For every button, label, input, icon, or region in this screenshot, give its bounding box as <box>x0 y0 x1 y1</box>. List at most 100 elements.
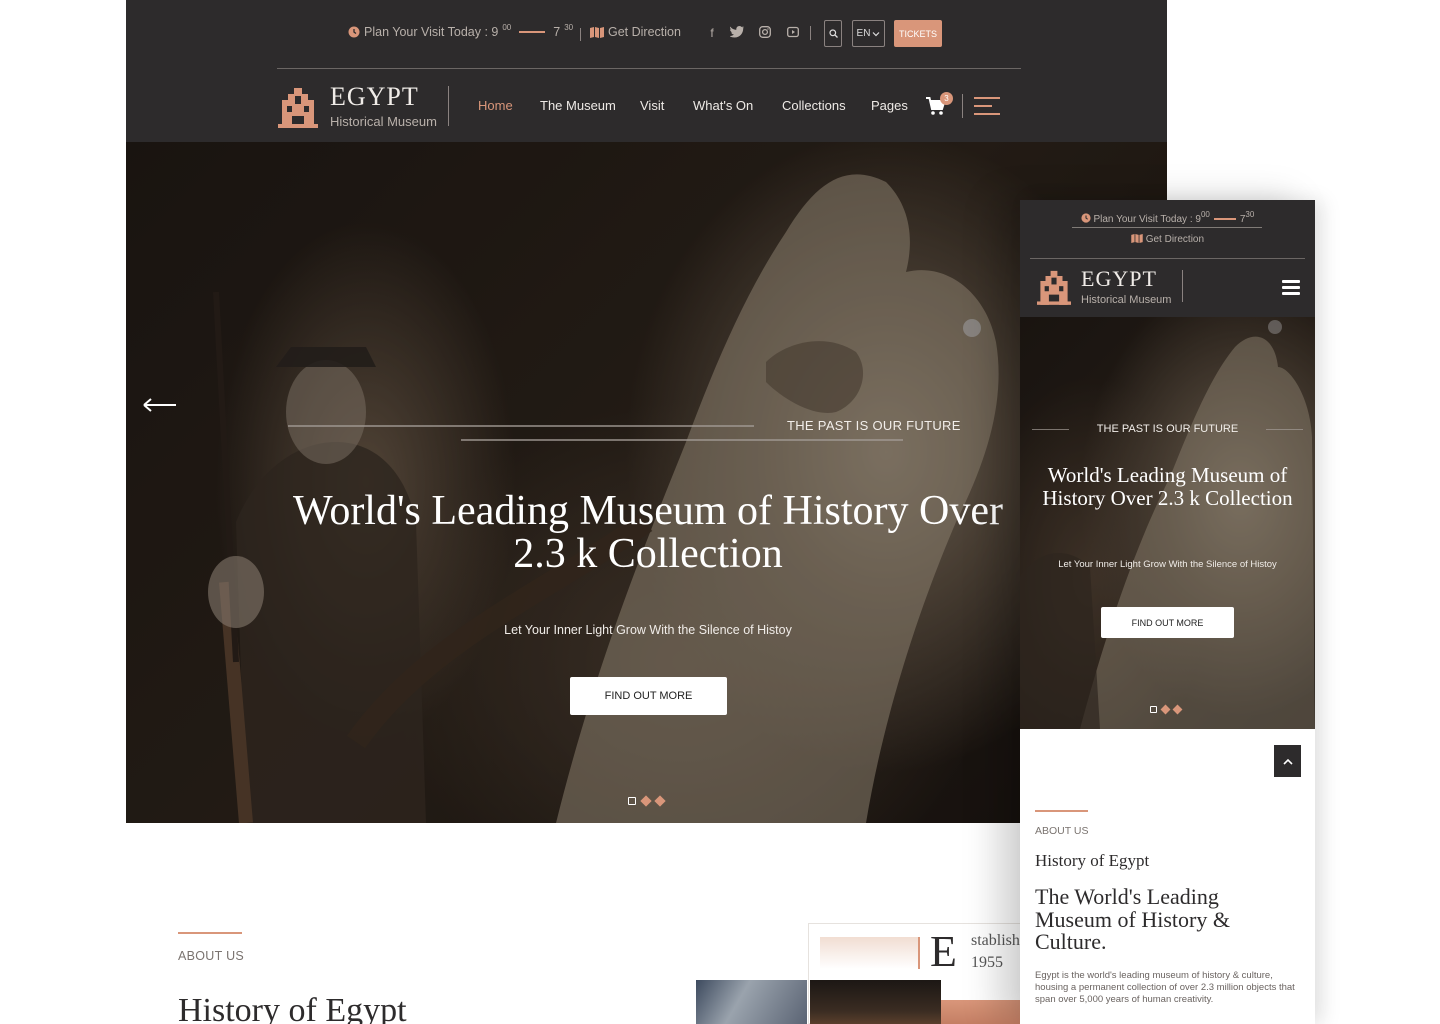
nav-whats-on[interactable]: What's On <box>693 98 753 113</box>
get-direction-link[interactable]: Get Direction <box>590 25 681 39</box>
clock-icon <box>348 26 360 38</box>
tickets-button[interactable]: TICKETS <box>894 20 942 47</box>
mobile-visit-hours[interactable]: Plan Your Visit Today : 900 730 <box>1020 210 1315 225</box>
map-icon <box>590 26 604 38</box>
nav-the-museum[interactable]: The Museum <box>540 98 616 113</box>
about-image <box>810 980 941 1024</box>
nav-pages[interactable]: Pages <box>871 98 908 113</box>
prev-slide-arrow-icon[interactable] <box>142 397 178 413</box>
clock-icon <box>1081 213 1091 223</box>
about-heading: The World's Leading Museum of History & … <box>1035 884 1230 954</box>
map-icon <box>1131 234 1143 243</box>
established-bar <box>918 937 920 969</box>
hero-kicker: THE PAST IS OUR FUTURE <box>1096 423 1239 435</box>
close-time-sup: 30 <box>1245 210 1255 219</box>
about-title: History of Egypt <box>1035 851 1150 870</box>
about-title: History of Egypt <box>178 992 407 1024</box>
hero-title: World's Leading Museum of History Over 2… <box>293 488 1003 577</box>
logo-subtitle: Historical Museum <box>330 114 437 129</box>
visit-hours[interactable]: Plan Your Visit Today : 9 00 7 30 <box>348 22 574 39</box>
hero-kicker: THE PAST IS OUR FUTURE <box>787 418 961 433</box>
about-image <box>941 1000 1021 1024</box>
open-time-sup: 00 <box>502 22 512 32</box>
visit-label: Plan Your Visit Today : 9 <box>364 25 499 39</box>
mobile-header: Plan Your Visit Today : 900 730 Get Direc… <box>1020 200 1315 317</box>
temple-logo-icon <box>1037 270 1071 305</box>
cart-count-badge: 3 <box>940 92 953 105</box>
language-value: EN <box>856 28 871 39</box>
mobile-site-logo[interactable]: EGYPT Historical Museum <box>1037 268 1171 306</box>
visit-label: Plan Your Visit Today : 9 <box>1093 214 1201 225</box>
hero-subtitle: Let Your Inner Light Grow With the Silen… <box>504 623 792 637</box>
header-divider <box>277 68 1021 69</box>
twitter-icon[interactable] <box>729 26 744 40</box>
language-select[interactable]: EN <box>852 20 885 47</box>
menu-toggle-icon[interactable] <box>974 96 1002 116</box>
slider-dot[interactable] <box>628 797 636 805</box>
youtube-icon[interactable] <box>786 26 800 40</box>
search-icon <box>828 29 838 38</box>
menu-divider <box>962 94 963 118</box>
established-line-1: stablish <box>971 932 1020 949</box>
slider-dot[interactable] <box>1150 706 1157 713</box>
about-rule <box>1035 810 1088 812</box>
visit-underline <box>1072 227 1262 228</box>
instagram-icon[interactable] <box>758 26 772 40</box>
slider-dot[interactable] <box>1172 704 1183 715</box>
find-out-more-button[interactable]: FIND OUT MORE <box>570 677 727 715</box>
divider <box>810 26 811 40</box>
established-gradient <box>820 937 918 969</box>
logo-divider <box>448 86 449 126</box>
hero-slider: THE PAST IS OUR FUTURE World's Leading M… <box>126 142 1167 823</box>
divider <box>580 28 581 41</box>
facebook-icon[interactable]: f <box>705 26 719 40</box>
mobile-hero-slider: THE PAST IS OUR FUTURE World's Leading M… <box>1020 317 1315 729</box>
about-label: ABOUT US <box>178 949 245 963</box>
slider-dots <box>628 795 666 807</box>
site-logo[interactable]: EGYPT Historical Museum <box>278 84 437 129</box>
about-image <box>696 980 807 1024</box>
logo-title: EGYPT <box>330 82 419 111</box>
logo-subtitle: Historical Museum <box>1081 294 1172 306</box>
menu-toggle-icon[interactable] <box>1282 280 1300 296</box>
about-text: Egypt is the world's leading museum of h… <box>1035 970 1295 1005</box>
logo-divider <box>1182 270 1183 302</box>
mobile-get-direction-link[interactable]: Get Direction <box>1020 234 1315 245</box>
site-header: Plan Your Visit Today : 9 00 7 30 Get Direc… <box>126 0 1167 142</box>
established-text: stablish 1955 <box>971 930 1020 974</box>
nav-home[interactable]: Home <box>478 98 513 113</box>
kicker-line <box>461 439 903 441</box>
slider-dot[interactable] <box>1160 704 1171 715</box>
established-initial: E <box>930 927 957 976</box>
about-label: ABOUT US <box>1035 825 1089 837</box>
temple-logo-icon <box>278 87 318 128</box>
nav-visit[interactable]: Visit <box>640 98 664 113</box>
search-button[interactable] <box>824 20 842 47</box>
slider-dot[interactable] <box>654 795 666 807</box>
desktop-preview: Plan Your Visit Today : 9 00 7 30 Get Direc… <box>126 0 1167 1024</box>
chevron-up-icon <box>1282 758 1293 765</box>
back-to-top-button[interactable] <box>1274 745 1301 777</box>
time-dash <box>1213 218 1236 221</box>
find-out-more-button[interactable]: FIND OUT MORE <box>1101 607 1234 638</box>
hero-overlay <box>1020 317 1315 729</box>
chevron-down-icon <box>873 31 880 36</box>
established-year: 1955 <box>971 954 1003 971</box>
time-dash <box>519 31 546 33</box>
mobile-preview: Plan Your Visit Today : 900 730 Get Direc… <box>1020 200 1315 1024</box>
hero-overlay <box>126 142 1167 823</box>
close-hour: 7 <box>553 25 561 39</box>
slider-dots <box>1150 704 1183 715</box>
nav-collections[interactable]: Collections <box>782 98 846 113</box>
close-time-sup: 30 <box>564 22 574 32</box>
open-time-sup: 00 <box>1200 210 1210 219</box>
header-divider <box>1030 258 1305 259</box>
top-bar: Plan Your Visit Today : 9 00 7 30 Get Direc… <box>126 22 1167 46</box>
logo-title: EGYPT <box>1081 266 1157 291</box>
slider-dot[interactable] <box>640 795 652 807</box>
hero-subtitle: Let Your Inner Light Grow With the Silen… <box>1058 559 1277 570</box>
hero-title: World's Leading Museum of History Over 2… <box>1042 463 1293 510</box>
about-rule <box>178 932 242 934</box>
kicker-line <box>288 425 754 427</box>
direction-label: Get Direction <box>608 25 681 39</box>
